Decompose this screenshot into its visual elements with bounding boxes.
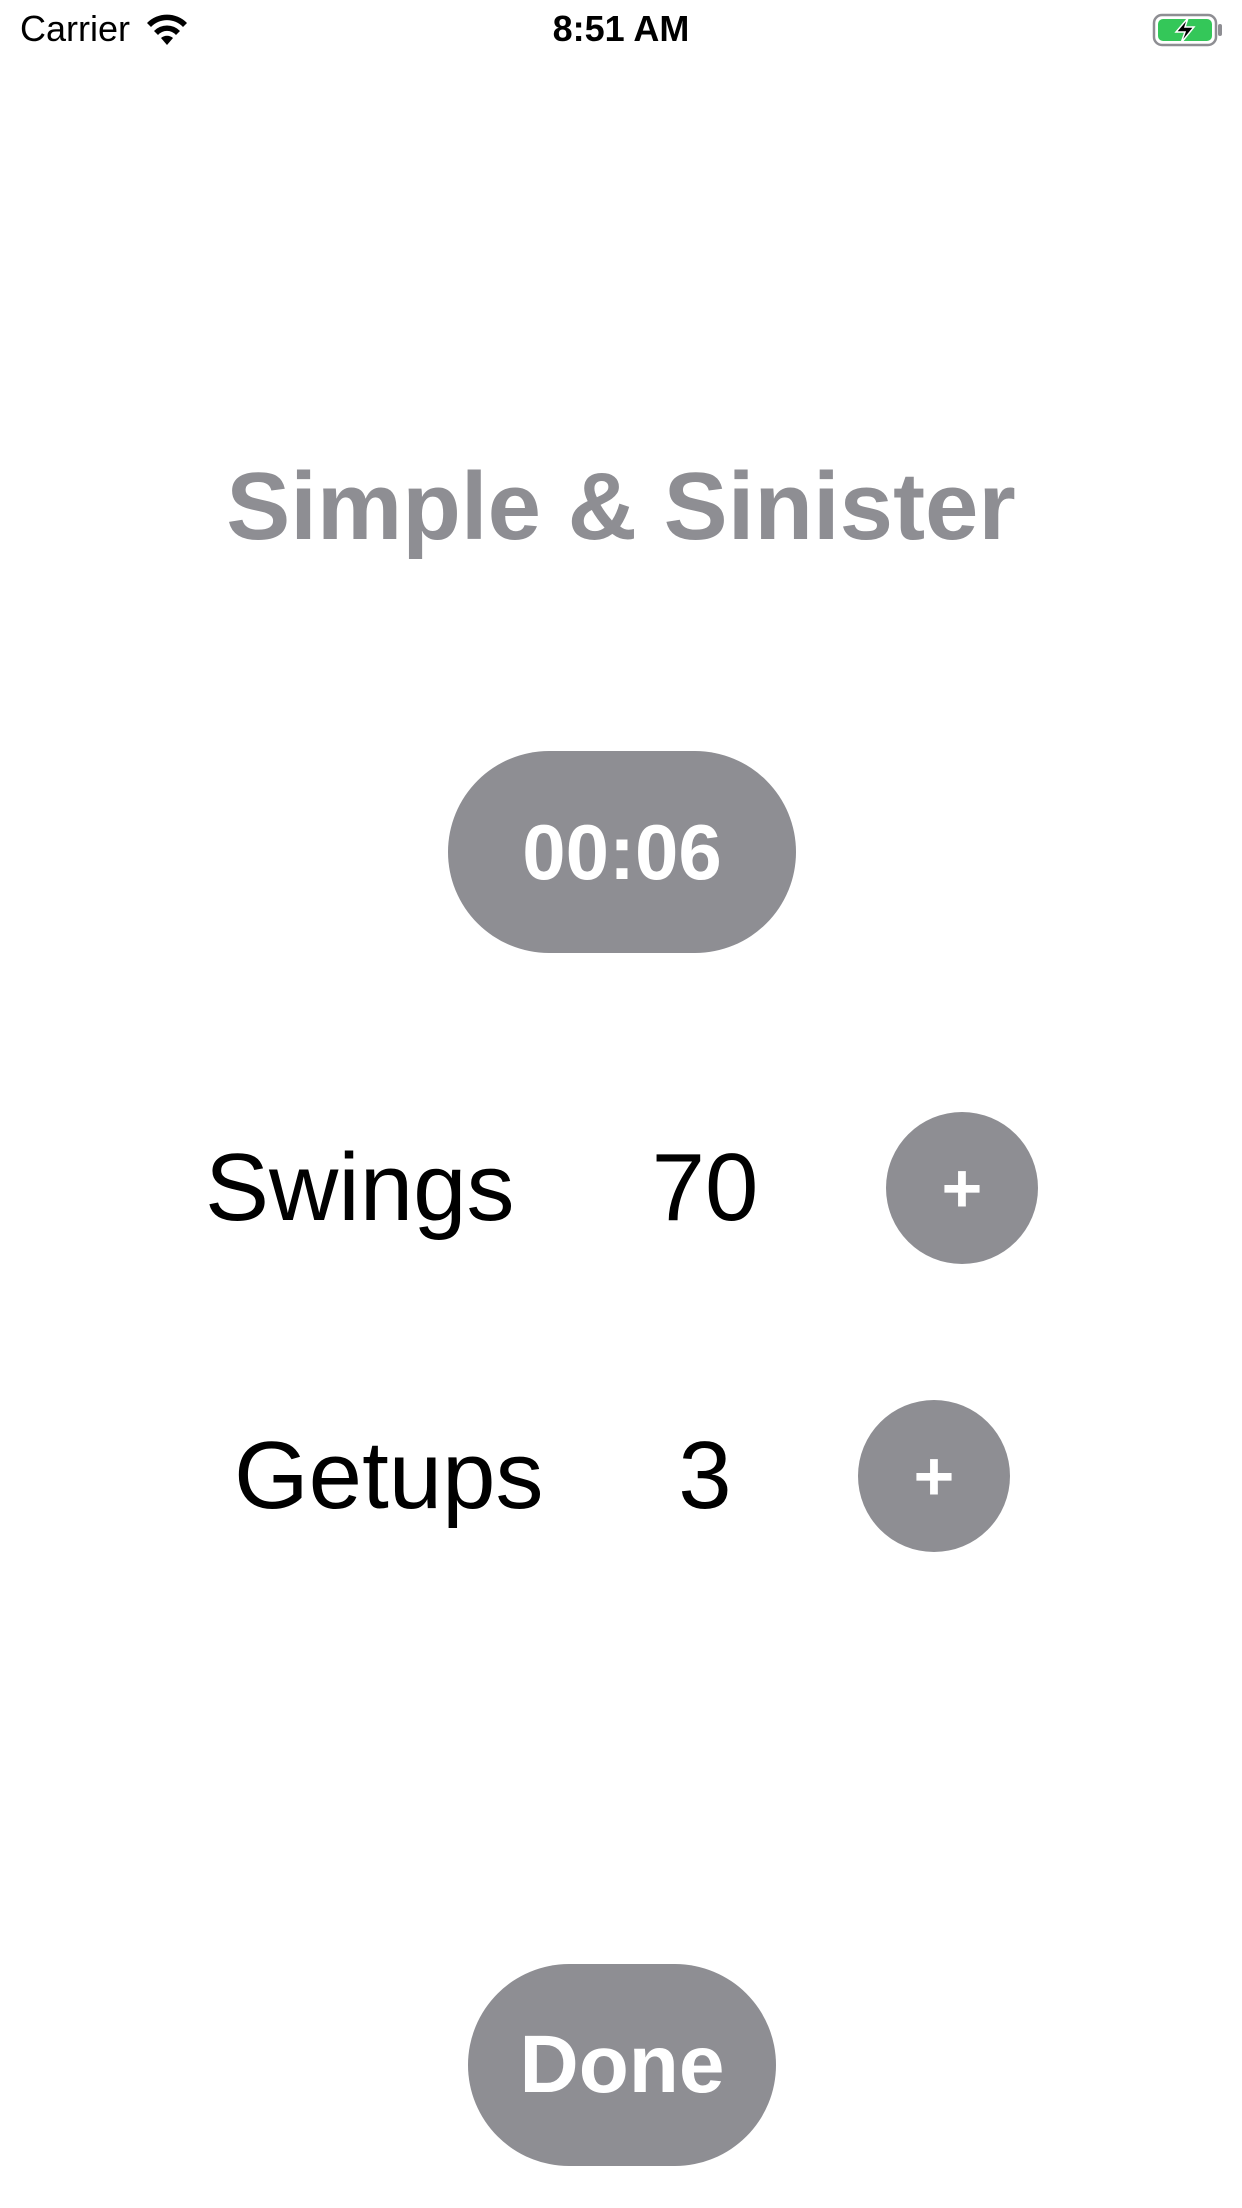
swings-label: Swings (205, 1134, 515, 1241)
page-title: Simple & Sinister (226, 453, 1016, 560)
getups-label: Getups (234, 1422, 544, 1529)
swings-count: 70 (651, 1134, 759, 1241)
timer-value: 00:06 (522, 807, 722, 896)
done-button-label: Done (519, 2019, 725, 2110)
status-bar: Carrier 8:51 AM (0, 0, 1242, 62)
add-swings-button[interactable]: + (886, 1112, 1038, 1264)
plus-icon: + (941, 1149, 983, 1227)
status-time: 8:51 AM (552, 8, 690, 49)
timer-button[interactable]: 00:06 (448, 751, 796, 953)
getups-count: 3 (678, 1422, 732, 1529)
battery-charging-icon (1152, 12, 1224, 48)
add-getups-button[interactable]: + (858, 1400, 1010, 1552)
screen: Carrier 8:51 AM Simple & Sinister 00:06 … (0, 0, 1242, 2208)
plus-icon: + (913, 1437, 955, 1515)
done-button[interactable]: Done (468, 1964, 776, 2166)
